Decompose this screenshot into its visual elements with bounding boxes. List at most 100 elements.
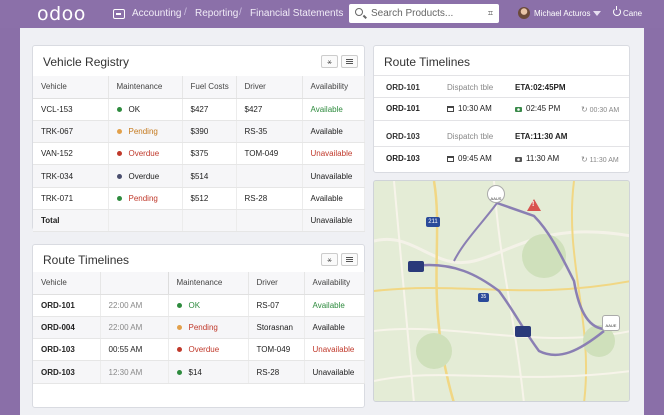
availability-cell: Available xyxy=(302,187,365,210)
list-icon xyxy=(346,257,353,262)
highway-shield: 35 xyxy=(478,293,489,302)
maintenance-cell: OK xyxy=(108,98,183,121)
vehicle-cell: TRK-034 xyxy=(33,164,109,188)
delivery-van-icon[interactable] xyxy=(515,326,531,337)
vehicle-registry-card: Vehicle Registry ⚹ Vehicle Maintenance F… xyxy=(32,45,365,233)
user-name[interactable]: Michael Acturos xyxy=(534,9,590,18)
logout-link[interactable]: Cane xyxy=(623,9,642,18)
timeline-order[interactable]: ORD-101 xyxy=(386,83,420,92)
refresh-icon: ↻ xyxy=(581,155,588,164)
table-row[interactable]: VAN-152 Overdue $375 TOM-049 Unavailable xyxy=(33,142,365,166)
maintenance-cell: Pending xyxy=(108,187,183,210)
top-navbar: odoo Accounting / Reporting / Financial … xyxy=(0,0,664,28)
search-input[interactable] xyxy=(371,7,471,20)
odoo-logo[interactable]: odoo xyxy=(37,3,86,25)
arrive-time-value: 02:45 PM xyxy=(526,104,561,113)
status-dot xyxy=(116,128,122,134)
table-row[interactable]: ORD-103 00:55 AM Overdue TOM-049 Unavail… xyxy=(33,338,365,362)
highway-label: 211 xyxy=(428,219,438,225)
map-canvas[interactable] xyxy=(374,181,630,402)
logout-icon[interactable] xyxy=(613,6,621,16)
total-label: Total xyxy=(33,209,109,233)
availability-cell: Unavailable xyxy=(304,338,365,362)
camera-icon xyxy=(515,157,522,162)
column-header-vehicle[interactable]: Vehicle xyxy=(33,272,101,295)
maintenance-status: OK xyxy=(128,104,141,114)
order-cell: ORD-103 xyxy=(33,360,101,384)
availability-cell: Unavailable xyxy=(302,142,365,166)
timeline-order[interactable]: ORD-103 xyxy=(386,154,420,163)
fuel-cell: $514 xyxy=(182,164,237,188)
table-row[interactable]: ORD-004 22:00 AM Pending Storasnan Avail… xyxy=(33,316,365,340)
arrive-time-value: 11:30 AM xyxy=(526,154,560,163)
list-view-button[interactable] xyxy=(341,253,358,266)
depart-time: 09:45 AM xyxy=(447,154,492,163)
timeline-order[interactable]: ORD-101 xyxy=(386,104,420,113)
vehicle-cell: TRK-071 xyxy=(33,187,109,210)
availability-cell: Available xyxy=(304,316,365,340)
depart-time: 10:30 AM xyxy=(447,104,492,113)
time-cell: 22:00 AM xyxy=(100,294,169,317)
divider xyxy=(374,146,629,147)
column-header-availability[interactable]: Availability xyxy=(304,272,365,295)
delivery-van-icon[interactable] xyxy=(408,261,424,272)
maintenance-status: Pending xyxy=(128,126,158,136)
search-bar[interactable]: ⌗ xyxy=(349,4,499,23)
column-header-driver[interactable]: Driver xyxy=(236,76,303,99)
maintenance-status: Overdue xyxy=(188,345,220,355)
column-header-vehicle[interactable]: Vehicle xyxy=(33,76,109,99)
user-dropdown-caret-icon[interactable] xyxy=(593,11,601,16)
maintenance-cell: Pending xyxy=(168,316,249,340)
availability-cell: Available xyxy=(302,120,365,144)
elapsed-time: ↻ 11:30 AM xyxy=(581,155,619,164)
list-view-button[interactable] xyxy=(341,55,358,68)
column-header-fuel-costs[interactable]: Fuel Costs xyxy=(182,76,237,99)
table-row[interactable]: ORD-101 22:00 AM OK RS-07 Available xyxy=(33,294,365,317)
map-marker[interactable]: AAUS xyxy=(487,185,505,203)
status-dot xyxy=(116,173,122,179)
table-row[interactable]: ORD-103 12:30 AM $14 RS-28 Unavailable xyxy=(33,360,365,384)
time-cell: 22:00 AM xyxy=(100,316,169,340)
maintenance-status: $14 xyxy=(188,367,202,377)
depart-time-value: 09:45 AM xyxy=(458,154,492,163)
search-options-icon[interactable]: ⌗ xyxy=(488,8,493,19)
status-dot xyxy=(176,302,182,308)
column-header-maintenance[interactable]: Maintenance xyxy=(168,272,249,295)
fuel-cell: $512 xyxy=(182,187,237,210)
maintenance-cell: OK xyxy=(168,294,249,317)
driver-cell: RS-35 xyxy=(236,120,303,144)
driver-cell: Storasnan xyxy=(248,316,305,340)
maintenance-cell: $14 xyxy=(168,360,249,384)
divider xyxy=(374,97,629,98)
column-header-driver[interactable]: Driver xyxy=(248,272,305,295)
timeline-order[interactable]: ORD-103 xyxy=(386,132,420,141)
driver-cell xyxy=(236,164,303,188)
availability-cell: Available xyxy=(302,98,365,121)
eta-label: ETA:11:30 AM xyxy=(515,132,568,141)
availability-cell: Unavailable xyxy=(302,164,365,188)
network-view-button[interactable]: ⚹ xyxy=(321,55,338,68)
depart-time-value: 10:30 AM xyxy=(458,104,492,113)
nav-financial-statements[interactable]: Financial Statements xyxy=(250,8,343,19)
route-map[interactable]: AAUS ! 211 35 AAUE xyxy=(373,180,630,402)
time-cell: 12:30 AM xyxy=(100,360,169,384)
status-dot xyxy=(176,324,182,330)
elapsed-time-value: 11:30 AM xyxy=(589,157,619,164)
maintenance-status: Overdue xyxy=(128,149,160,159)
vehicle-cell: VAN-152 xyxy=(33,142,109,166)
table-row[interactable]: VCL-153 OK $427 $427 Available xyxy=(33,98,365,121)
maintenance-status: Pending xyxy=(188,322,218,332)
nav-reporting[interactable]: Reporting xyxy=(195,8,238,19)
table-row[interactable]: TRK-034 Overdue $514 Unavailable xyxy=(33,164,365,188)
table-row[interactable]: TRK-071 Pending $512 RS-28 Available xyxy=(33,187,365,210)
driver-cell: RS-28 xyxy=(248,360,305,384)
column-header-availability[interactable]: Availability xyxy=(302,76,365,99)
apps-menu-icon[interactable] xyxy=(113,9,125,19)
avatar[interactable] xyxy=(518,7,530,19)
map-marker[interactable]: AAUE xyxy=(602,315,620,331)
network-view-button[interactable]: ⚹ xyxy=(321,253,338,266)
driver-cell: TOM-049 xyxy=(248,338,305,362)
table-row[interactable]: TRK-067 Pending $390 RS-35 Available xyxy=(33,120,365,144)
column-header-maintenance[interactable]: Maintenance xyxy=(108,76,183,99)
nav-accounting[interactable]: Accounting xyxy=(132,8,181,19)
